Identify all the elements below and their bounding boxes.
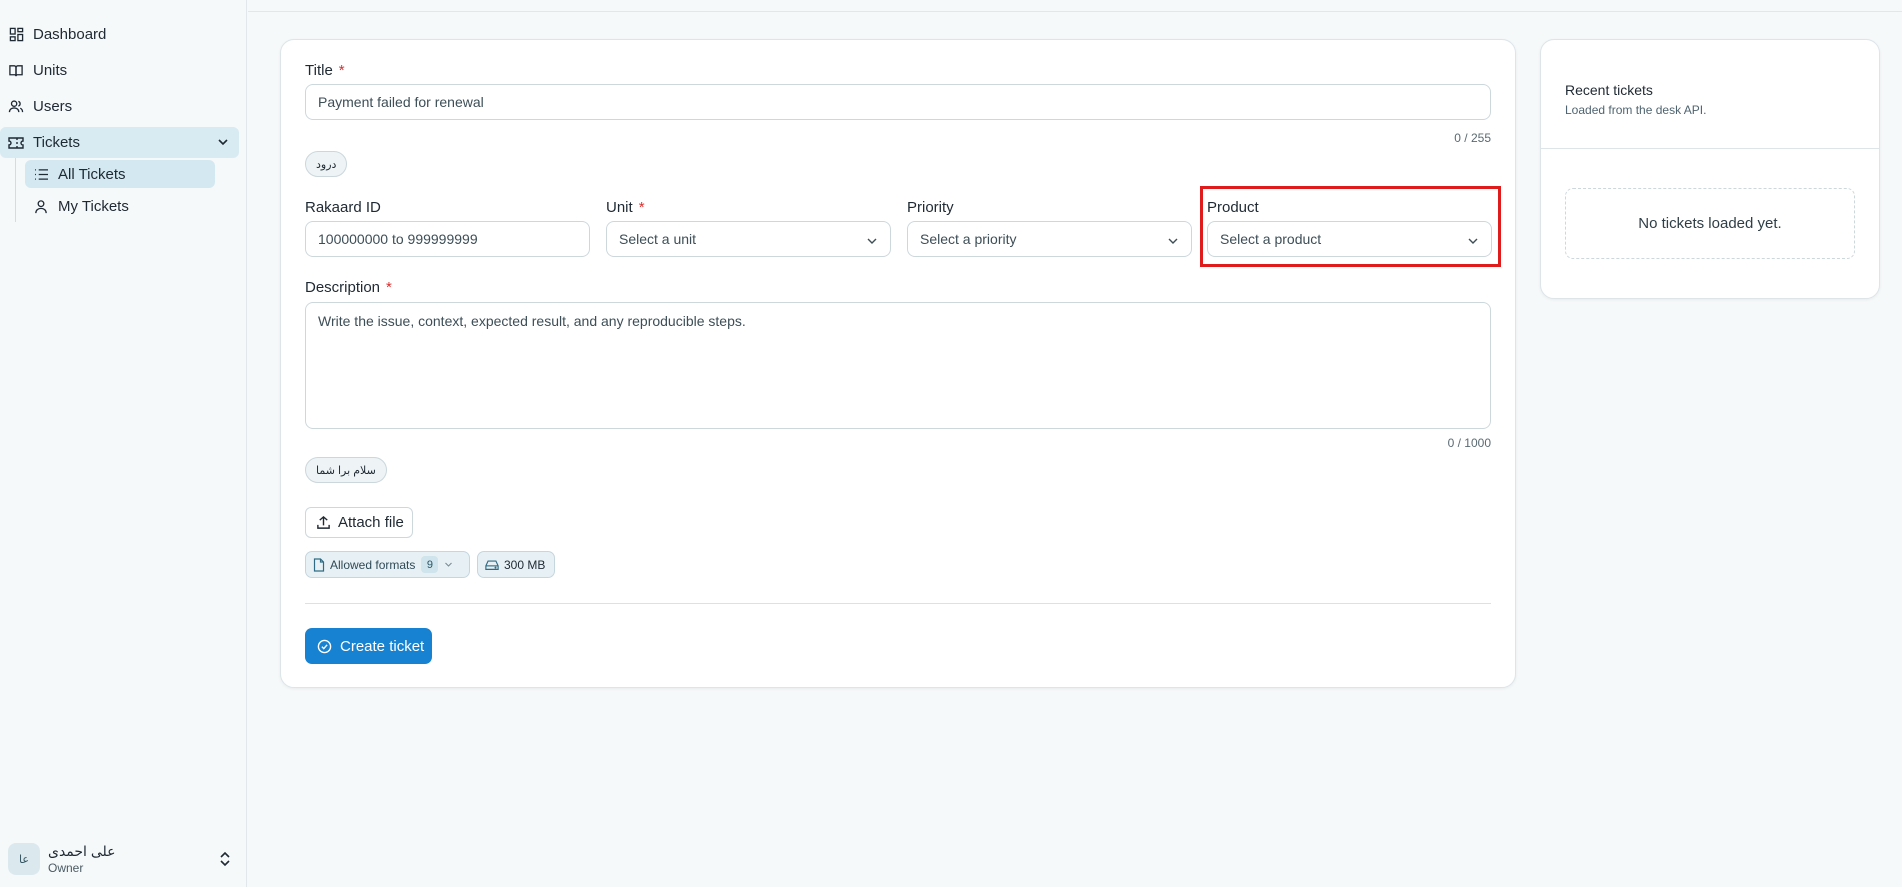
- upload-icon: [316, 515, 331, 530]
- size-limit-badge: 300 MB: [477, 551, 555, 578]
- form-divider: [305, 603, 1491, 604]
- rakaard-id-input[interactable]: 100000000 to 999999999: [305, 221, 590, 257]
- allowed-formats-dropdown[interactable]: Allowed formats 9: [305, 551, 470, 578]
- user-role: Owner: [48, 861, 84, 875]
- formats-count-badge: 9: [421, 556, 439, 573]
- sidebar-item-all-tickets[interactable]: All Tickets: [25, 160, 215, 188]
- product-select[interactable]: Select a product: [1207, 221, 1492, 257]
- recent-divider: [1541, 148, 1879, 149]
- unit-select[interactable]: Select a unit: [606, 221, 891, 257]
- book-icon: [8, 63, 24, 79]
- description-label: Description *: [305, 279, 392, 296]
- attach-file-label: Attach file: [338, 514, 404, 531]
- rakaard-id-placeholder: 100000000 to 999999999: [318, 231, 478, 247]
- create-ticket-label: Create ticket: [340, 637, 425, 655]
- description-counter: 0 / 1000: [1447, 436, 1491, 450]
- priority-label: Priority: [907, 199, 954, 216]
- sidebar-item-label: My Tickets: [58, 197, 129, 215]
- check-circle-icon: [317, 639, 332, 654]
- empty-state: No tickets loaded yet.: [1565, 188, 1855, 259]
- users-icon: [8, 99, 24, 115]
- size-limit-label: 300 MB: [504, 557, 546, 572]
- description-placeholder: Write the issue, context, expected resul…: [318, 313, 746, 329]
- create-ticket-form: Title * Payment failed for renewal 0 / 25…: [280, 39, 1516, 688]
- sidebar-item-label: Units: [33, 62, 68, 79]
- recent-tickets-title: Recent tickets: [1565, 82, 1653, 98]
- description-suggestion-chip[interactable]: سلام برا شما: [305, 457, 387, 483]
- unit-label: Unit *: [606, 199, 645, 216]
- user-icon: [33, 198, 49, 214]
- chevron-down-icon: [1167, 234, 1179, 250]
- sidebar: Dashboard Units Users Tickets All Ticket…: [0, 0, 247, 887]
- file-icon: [313, 557, 325, 572]
- chevron-down-icon: [866, 234, 878, 250]
- ticket-icon: [8, 135, 24, 151]
- recent-tickets-panel: Recent tickets Loaded from the desk API.…: [1540, 39, 1880, 299]
- subnav-divider: [15, 158, 16, 222]
- title-counter: 0 / 255: [1454, 131, 1491, 145]
- description-textarea[interactable]: Write the issue, context, expected resul…: [305, 302, 1491, 429]
- sidebar-item-label: Users: [33, 98, 73, 115]
- sidebar-item-tickets[interactable]: Tickets: [0, 127, 239, 158]
- hard-drive-icon: [485, 559, 499, 571]
- product-placeholder: Select a product: [1220, 231, 1322, 247]
- title-label: Title *: [305, 62, 345, 79]
- product-label: Product: [1207, 199, 1259, 216]
- priority-select[interactable]: Select a priority: [907, 221, 1192, 257]
- sidebar-item-dashboard[interactable]: Dashboard: [0, 19, 239, 50]
- dashboard-icon: [8, 27, 24, 43]
- sidebar-item-users[interactable]: Users: [0, 91, 239, 122]
- user-menu[interactable]: عا علی احمدی Owner: [0, 831, 247, 887]
- empty-state-text: No tickets loaded yet.: [1638, 215, 1782, 232]
- priority-placeholder: Select a priority: [920, 231, 1017, 247]
- create-ticket-button[interactable]: Create ticket: [305, 628, 432, 664]
- sidebar-item-units[interactable]: Units: [0, 55, 239, 86]
- chevron-down-icon[interactable]: [217, 135, 229, 152]
- user-name: علی احمدی: [48, 843, 116, 859]
- title-input[interactable]: Payment failed for renewal: [305, 84, 1491, 120]
- top-bar: [248, 0, 1902, 12]
- unit-placeholder: Select a unit: [619, 231, 697, 247]
- sidebar-item-label: All Tickets: [58, 165, 126, 183]
- chevron-down-icon: [444, 560, 453, 569]
- allowed-formats-label: Allowed formats: [330, 557, 416, 572]
- sidebar-item-label: Dashboard: [33, 26, 107, 43]
- recent-tickets-subtitle: Loaded from the desk API.: [1565, 103, 1707, 117]
- chevrons-up-down-icon[interactable]: [219, 851, 231, 872]
- avatar: عا: [8, 843, 40, 875]
- sidebar-item-label: Tickets: [33, 134, 80, 151]
- attach-file-button[interactable]: Attach file: [305, 507, 413, 538]
- list-icon: [33, 166, 49, 182]
- chevron-down-icon: [1467, 234, 1479, 250]
- title-suggestion-chip[interactable]: درود: [305, 151, 348, 177]
- title-value: Payment failed for renewal: [318, 94, 484, 110]
- sidebar-item-my-tickets[interactable]: My Tickets: [25, 192, 215, 220]
- rakaard-id-label: Rakaard ID: [305, 199, 381, 216]
